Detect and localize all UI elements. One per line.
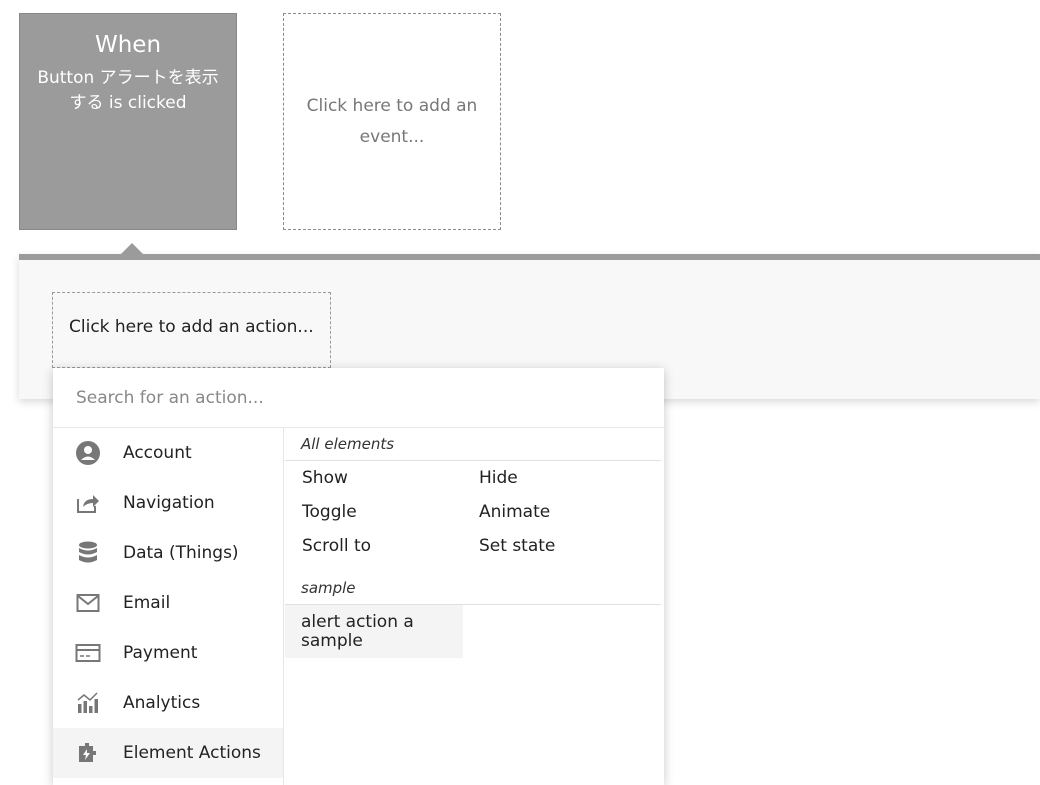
- action-toggle[interactable]: Toggle: [302, 502, 357, 522]
- workflow-editor: When Button アラートを表示する is clicked Click h…: [0, 0, 1040, 785]
- category-payment[interactable]: Payment: [53, 628, 283, 678]
- category-label: Payment: [123, 643, 198, 663]
- trigger-event-card[interactable]: When Button アラートを表示する is clicked: [19, 13, 237, 230]
- trigger-title: When: [94, 32, 162, 58]
- category-email[interactable]: Email: [53, 578, 283, 628]
- account-icon: [75, 440, 101, 466]
- navigation-icon: [75, 490, 101, 516]
- category-data-things[interactable]: Data (Things): [53, 528, 283, 578]
- element-actions-icon: [75, 740, 101, 766]
- analytics-icon: [75, 690, 101, 716]
- category-list: Account Navigation Data (Things) Email P…: [53, 428, 284, 785]
- add-event-placeholder[interactable]: Click here to add an event...: [283, 13, 501, 230]
- category-label: Email: [123, 593, 171, 613]
- action-scroll-to[interactable]: Scroll to: [302, 536, 371, 556]
- action-search-input[interactable]: [53, 368, 664, 428]
- category-element-actions[interactable]: Element Actions: [53, 728, 283, 778]
- category-label: Element Actions: [123, 743, 261, 763]
- action-animate[interactable]: Animate: [479, 502, 550, 522]
- section-header-sample: sample: [285, 572, 661, 605]
- category-label: Data (Things): [123, 543, 239, 563]
- email-icon: [75, 590, 101, 616]
- section-header-all-elements: All elements: [285, 428, 661, 461]
- add-event-label: Click here to add an event...: [306, 95, 478, 147]
- category-navigation[interactable]: Navigation: [53, 478, 283, 528]
- category-label: Analytics: [123, 693, 201, 713]
- action-dropdown: Account Navigation Data (Things) Email: [53, 368, 664, 785]
- panel-pointer: [121, 243, 143, 254]
- category-analytics[interactable]: Analytics: [53, 678, 283, 728]
- trigger-description: Button アラートを表示する is clicked: [37, 68, 219, 113]
- action-show[interactable]: Show: [302, 468, 348, 488]
- add-action-label: Click here to add an action...: [69, 317, 314, 337]
- database-icon: [75, 540, 101, 566]
- action-set-state[interactable]: Set state: [479, 536, 555, 556]
- add-action-placeholder[interactable]: Click here to add an action...: [52, 292, 331, 368]
- action-alert-sample[interactable]: alert action a sample: [285, 605, 463, 658]
- actions-list: All elements Show Hide Toggle Animate Sc…: [285, 428, 664, 785]
- category-label: Account: [123, 443, 192, 463]
- action-hide[interactable]: Hide: [479, 468, 518, 488]
- category-label: Navigation: [123, 493, 215, 513]
- payment-icon: [75, 640, 101, 666]
- category-account[interactable]: Account: [53, 428, 283, 478]
